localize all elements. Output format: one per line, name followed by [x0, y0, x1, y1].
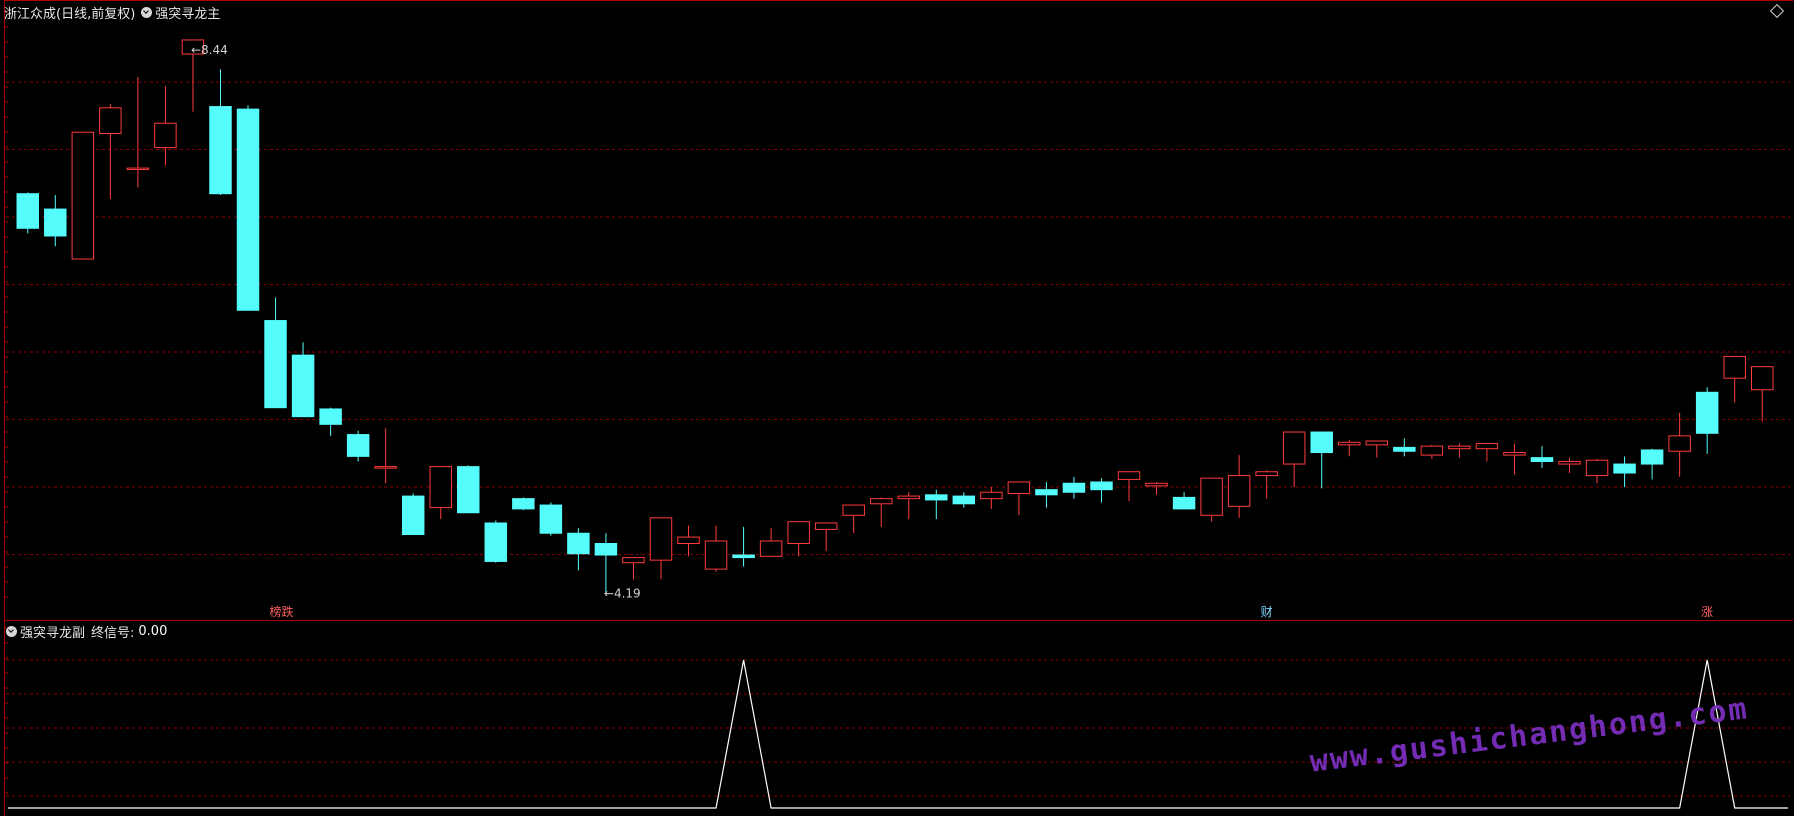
candle-down — [319, 408, 342, 425]
candle-up — [1007, 481, 1031, 495]
candle-down — [1393, 446, 1416, 452]
candle-up — [869, 498, 893, 505]
candle-down — [1613, 463, 1636, 474]
candle-up — [1227, 475, 1251, 507]
candle-down — [1310, 431, 1333, 454]
candle-up — [99, 107, 122, 134]
candle-up — [980, 491, 1003, 500]
candle-down — [1695, 391, 1719, 434]
candle-up — [429, 466, 452, 509]
main-chart-panel[interactable]: ←8.44 ←4.19 榜跌 财 涨 浙江众成(日线,前复权) 强突寻龙主 — [0, 0, 1794, 621]
candle-up — [1585, 459, 1609, 477]
candle-down — [952, 495, 976, 505]
candle-up — [1117, 471, 1141, 480]
candle-down — [1530, 457, 1554, 462]
candle-up — [126, 167, 150, 171]
candle-down — [16, 193, 40, 229]
sub-chart-header: 强突寻龙副 终信号: 0.00 — [4, 622, 167, 641]
candle-up — [1255, 471, 1278, 477]
high-label: ←8.44 — [191, 43, 228, 57]
candle-down — [732, 554, 755, 559]
candle-down — [401, 495, 425, 536]
sub-indicator-dropdown-icon[interactable] — [6, 626, 17, 637]
candle-up — [622, 557, 645, 564]
candle-up — [1448, 445, 1471, 450]
bottom-marker: 榜跌 — [270, 604, 294, 619]
main-indicator-name[interactable]: 强突寻龙主 — [155, 3, 220, 22]
candle-down — [1640, 449, 1664, 465]
low-label: ←4.19 — [604, 586, 641, 600]
signal-name: 终信号: — [91, 626, 135, 641]
candle-up — [1750, 366, 1774, 391]
candle-down — [594, 542, 618, 556]
candle-down — [1062, 482, 1086, 493]
candle-up — [814, 522, 838, 530]
candle-down — [1090, 481, 1113, 491]
signal-value: 0.00 — [138, 624, 168, 639]
candle-up — [649, 517, 673, 561]
candle-down — [512, 498, 535, 510]
candle-up — [1475, 443, 1499, 450]
candle-down — [236, 108, 260, 311]
candle-up — [1723, 355, 1746, 379]
candle-down — [44, 208, 67, 237]
candle-down — [1035, 489, 1058, 496]
sub-indicator-name[interactable]: 强突寻龙副 — [20, 622, 85, 641]
candle-down — [539, 504, 563, 534]
candle-up — [1338, 441, 1361, 446]
candle-up — [1365, 440, 1389, 446]
candle-up — [759, 540, 783, 557]
candle-down — [484, 522, 508, 562]
candle-down — [291, 354, 315, 418]
candlestick-chart[interactable]: ←8.44 ←4.19 榜跌 财 涨 — [0, 0, 1794, 620]
candle-up — [897, 495, 921, 500]
candle-up — [677, 536, 700, 544]
candle-up — [374, 466, 397, 469]
candle-down — [346, 434, 370, 457]
candle-down — [1172, 496, 1196, 510]
candle-up — [842, 504, 865, 516]
main-chart-header: 浙江众成(日线,前复权) 强突寻龙主 — [4, 3, 220, 22]
stock-title: 浙江众成(日线,前复权) — [4, 7, 136, 22]
candle-down — [264, 320, 287, 409]
bottom-marker: 财 — [1261, 605, 1273, 619]
candle-up — [71, 131, 95, 260]
candle-down — [567, 532, 590, 555]
indicator-dropdown-icon[interactable] — [141, 7, 153, 18]
candle-up — [1145, 482, 1168, 487]
candle-down — [925, 494, 948, 501]
candle-up — [1503, 452, 1526, 456]
bottom-marker: 涨 — [1701, 604, 1713, 619]
candle-up — [1282, 431, 1306, 465]
candle-up — [1200, 477, 1223, 516]
candle-up — [787, 521, 810, 544]
candle-up — [704, 540, 728, 570]
candle-down — [457, 466, 480, 514]
candle-down — [209, 106, 232, 195]
candle-up — [1558, 460, 1581, 465]
candle-up — [154, 122, 177, 149]
candle-up — [1420, 445, 1444, 456]
candle-up — [1668, 435, 1691, 452]
